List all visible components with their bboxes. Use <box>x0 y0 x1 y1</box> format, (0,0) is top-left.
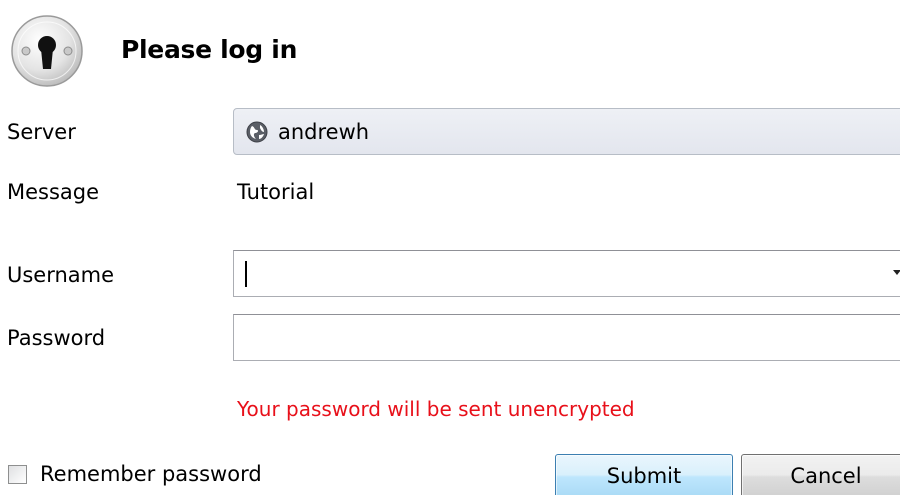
remember-password-checkbox[interactable] <box>8 465 27 484</box>
login-dialog: Please log in Server andrewh Message Tut… <box>0 0 900 495</box>
password-label: Password <box>7 326 106 350</box>
globe-icon <box>246 121 268 143</box>
password-input[interactable] <box>233 314 900 361</box>
remember-password-label[interactable]: Remember password <box>40 460 262 488</box>
username-combobox[interactable] <box>233 250 900 297</box>
server-value: andrewh <box>278 120 370 144</box>
server-field: andrewh <box>233 108 900 155</box>
server-label: Server <box>7 120 76 144</box>
message-value: Tutorial <box>237 180 315 204</box>
dialog-title: Please log in <box>121 35 298 64</box>
submit-button[interactable]: Submit <box>555 454 733 495</box>
text-caret <box>245 261 247 287</box>
unencrypted-warning: Your password will be sent unencrypted <box>237 397 635 421</box>
message-label: Message <box>7 180 100 204</box>
dropdown-arrow-icon[interactable] <box>893 270 900 275</box>
cancel-button[interactable]: Cancel <box>741 454 900 495</box>
username-label: Username <box>7 263 115 287</box>
keyhole-lock-icon <box>11 15 83 87</box>
